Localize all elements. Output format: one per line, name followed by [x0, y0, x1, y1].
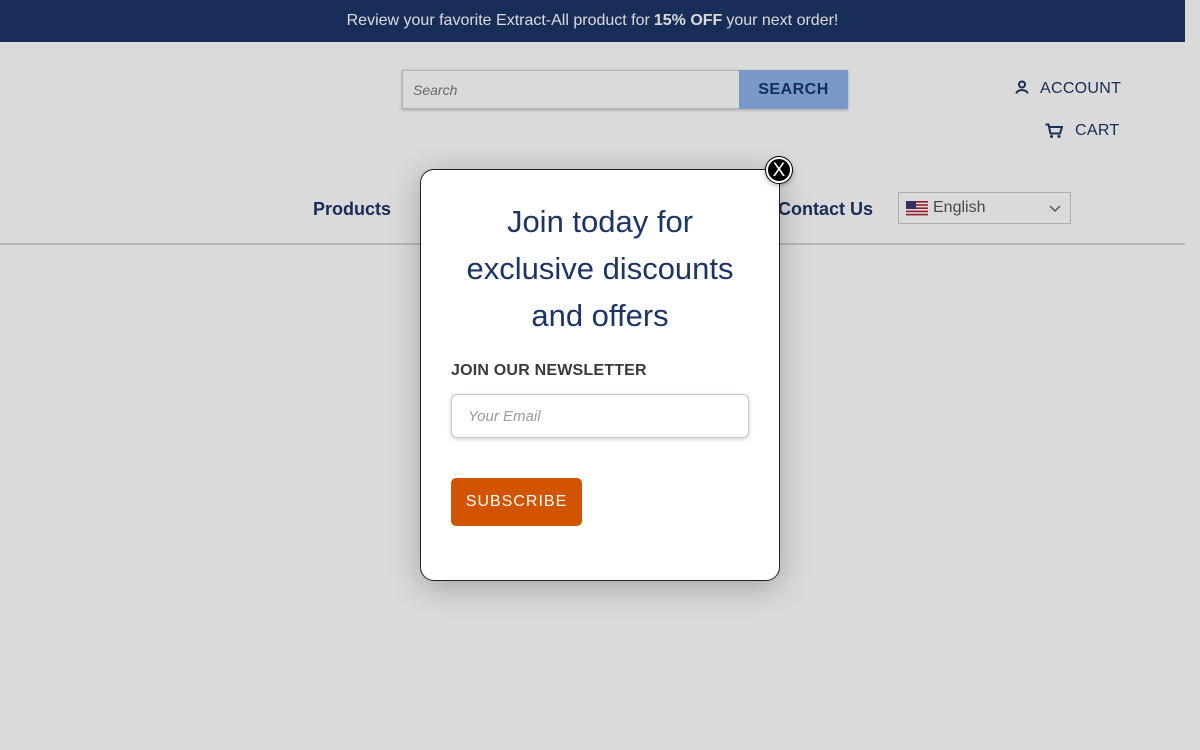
close-button[interactable]: X: [766, 157, 792, 183]
email-field[interactable]: [451, 394, 749, 438]
newsletter-modal: Join today for exclusive discounts and o…: [420, 169, 780, 581]
modal-title: Join today for exclusive discounts and o…: [421, 198, 779, 339]
modal-title-line: exclusive discounts: [466, 251, 734, 286]
subscribe-button[interactable]: SUBSCRIBE: [451, 478, 582, 526]
newsletter-label: JOIN OUR NEWSLETTER: [451, 362, 647, 379]
modal-title-line: and offers: [531, 298, 669, 333]
modal-title-line: Join today for: [506, 204, 694, 239]
